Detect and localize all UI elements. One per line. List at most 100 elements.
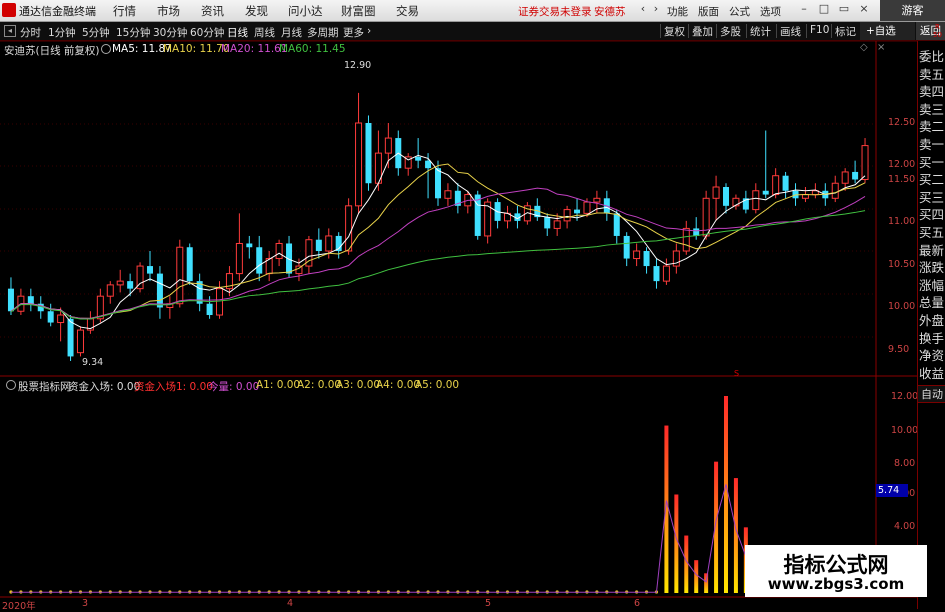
duogu-button[interactable]: 多股 xyxy=(716,24,741,38)
period-30min[interactable]: 30分钟 xyxy=(153,25,187,40)
candle-body xyxy=(216,288,224,316)
f10-button[interactable]: F10 xyxy=(806,24,829,38)
kline-chart-area[interactable] xyxy=(0,41,917,609)
side-item-18[interactable]: 收益 xyxy=(919,363,945,382)
side-item-6[interactable]: 买一 xyxy=(919,152,945,171)
funds-in1-value: 资金入场1: 0.00 xyxy=(134,381,213,393)
price-tick: 9.50 xyxy=(888,344,910,355)
tongji-button[interactable]: 统计 xyxy=(746,24,771,38)
period-5min[interactable]: 5分钟 xyxy=(82,25,110,40)
a2-value: A2: 0.00 xyxy=(297,379,342,391)
candle-body xyxy=(384,137,392,154)
close-icon[interactable]: × xyxy=(858,3,870,15)
period-more[interactable]: 更多 xyxy=(343,25,364,40)
period-weekly[interactable]: 周线 xyxy=(254,25,275,40)
period-15min[interactable]: 15分钟 xyxy=(116,25,150,40)
a3-value: A3: 0.00 xyxy=(336,379,381,391)
candle-body xyxy=(186,247,193,282)
side-item-5[interactable]: 卖一 xyxy=(919,134,945,153)
price-tick: 11.50 xyxy=(888,174,916,185)
guest-button[interactable]: 游客 xyxy=(880,0,945,21)
side-item-1[interactable]: 卖五 xyxy=(919,64,945,83)
side-item-3[interactable]: 卖三 xyxy=(919,99,945,118)
side-item-2[interactable]: 卖四 xyxy=(919,81,945,100)
menu-wenxiaoda[interactable]: 问小达 xyxy=(288,3,323,19)
diejia-button[interactable]: 叠加 xyxy=(688,24,713,38)
period-1min[interactable]: 1分钟 xyxy=(48,25,76,40)
date-label: 4 xyxy=(287,598,294,609)
candle-body xyxy=(772,175,780,196)
maximize-icon[interactable]: □ xyxy=(818,3,830,15)
add-watchlist-button[interactable]: +自选 xyxy=(860,22,915,40)
candle-body xyxy=(345,205,353,252)
menu-caifuquan[interactable]: 财富圈 xyxy=(341,3,376,19)
candle-body xyxy=(176,246,184,305)
restore-icon[interactable]: ▭ xyxy=(838,3,850,15)
candle-body xyxy=(435,168,441,199)
side-item-16[interactable]: 换手 xyxy=(919,328,945,347)
candle-body xyxy=(544,217,551,229)
login-warning[interactable]: 证券交易未登录 xyxy=(518,4,592,19)
fuquan-button[interactable]: 复权 xyxy=(660,24,685,38)
back-arrow-icon[interactable]: ‹ xyxy=(637,3,649,15)
side-item-7[interactable]: 买二 xyxy=(919,169,945,188)
candle-body xyxy=(116,280,124,286)
sub-bar xyxy=(733,478,738,593)
ma60-line xyxy=(10,210,866,320)
settings-dot-icon[interactable] xyxy=(101,44,111,54)
candle-body xyxy=(355,122,363,207)
side-item-15[interactable]: 外盘 xyxy=(919,310,945,329)
candle-body xyxy=(662,265,670,282)
ma60-label: MA60: 11.45 xyxy=(279,43,346,55)
sub-tick: 4.00 xyxy=(894,521,916,532)
side-item-10[interactable]: 买五 xyxy=(919,222,945,241)
side-item-14[interactable]: 总量 xyxy=(919,292,945,311)
low-price-label: 9.34 xyxy=(82,357,104,368)
minimize-icon[interactable]: – xyxy=(798,3,810,15)
candle-body xyxy=(325,235,333,252)
panel-toggle-icon[interactable]: ◇ xyxy=(860,42,868,53)
menu-xuanxiang[interactable]: 选项 xyxy=(760,4,781,19)
period-daily[interactable]: 日线 xyxy=(227,25,248,40)
sub-settings-dot-icon[interactable] xyxy=(6,380,16,390)
period-fenshi[interactable]: 分时 xyxy=(20,25,41,40)
menu-hangqing[interactable]: 行情 xyxy=(113,3,136,19)
menu-faxian[interactable]: 发现 xyxy=(245,3,268,19)
side-item-13[interactable]: 涨幅 xyxy=(919,275,945,294)
a1-value: A1: 0.00 xyxy=(256,379,301,391)
menu-shichang[interactable]: 市场 xyxy=(157,3,180,19)
auto-button[interactable]: 自动 xyxy=(917,385,945,403)
date-label: 6 xyxy=(634,598,641,609)
candle-body xyxy=(47,311,54,323)
collapse-left-icon[interactable]: ◂ xyxy=(4,25,16,37)
menu-banmian[interactable]: 版面 xyxy=(698,4,719,19)
side-item-8[interactable]: 买三 xyxy=(919,187,945,206)
side-item-0[interactable]: 委比 xyxy=(919,46,945,65)
more-chevron-icon[interactable]: › xyxy=(367,25,371,37)
sub-bar xyxy=(674,494,679,593)
panel-close-icon[interactable]: × xyxy=(877,42,885,53)
menu-zixun[interactable]: 资讯 xyxy=(201,3,224,19)
a4-value: A4: 0.00 xyxy=(376,379,421,391)
side-item-17[interactable]: 净资 xyxy=(919,345,945,364)
side-item-9[interactable]: 买四 xyxy=(919,204,945,223)
sub-tick: 8.00 xyxy=(894,458,916,469)
biaoji-button[interactable]: 标记 xyxy=(831,24,856,38)
menu-gongneng[interactable]: 功能 xyxy=(667,4,688,19)
candle-body xyxy=(841,171,849,184)
period-60min[interactable]: 60分钟 xyxy=(190,25,224,40)
candle-body xyxy=(623,235,630,259)
candle-body xyxy=(831,182,839,199)
huaxian-button[interactable]: 画线 xyxy=(776,24,801,38)
menu-jiaoyi[interactable]: 交易 xyxy=(396,3,419,19)
period-multi[interactable]: 多周期 xyxy=(307,25,339,40)
candle-body xyxy=(7,288,14,312)
forward-arrow-icon[interactable]: › xyxy=(650,3,662,15)
menu-gongshi[interactable]: 公式 xyxy=(729,4,750,19)
period-monthly[interactable]: 月线 xyxy=(281,25,302,40)
side-item-4[interactable]: 卖二 xyxy=(919,116,945,135)
ma20-line xyxy=(10,187,866,319)
candle-body xyxy=(206,303,213,316)
side-item-12[interactable]: 涨跌 xyxy=(919,257,945,276)
side-item-11[interactable]: 最新 xyxy=(919,240,945,259)
